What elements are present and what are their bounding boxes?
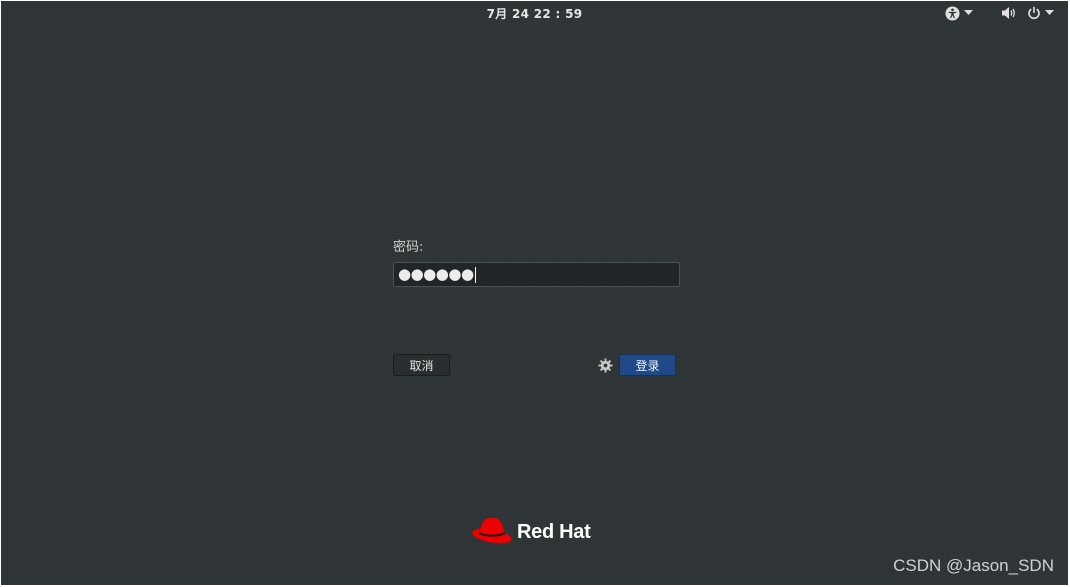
password-input[interactable]: ●●●●●● bbox=[393, 262, 680, 287]
login-screen: 7月 24 22 : 59 密码: ●●●●●● 取消 登录 Red Hat C… bbox=[1, 1, 1068, 585]
accessibility-icon bbox=[945, 5, 960, 21]
text-cursor bbox=[474, 266, 476, 283]
password-label: 密码: bbox=[393, 240, 424, 255]
power-icon bbox=[1027, 6, 1041, 20]
redhat-fedora-icon bbox=[471, 514, 513, 550]
password-masked-value: ●●●●●● bbox=[398, 265, 474, 283]
system-menu[interactable] bbox=[1001, 4, 1054, 22]
accessibility-menu[interactable] bbox=[945, 4, 973, 22]
redhat-logo: Red Hat bbox=[471, 514, 591, 550]
login-button[interactable]: 登录 bbox=[619, 354, 676, 376]
volume-icon bbox=[1001, 6, 1017, 20]
session-settings-gear-icon[interactable] bbox=[598, 358, 613, 373]
login-form: 密码: ●●●●●● bbox=[393, 239, 680, 287]
clock[interactable]: 7月 24 22 : 59 bbox=[1, 5, 1068, 22]
chevron-down-icon bbox=[964, 10, 973, 16]
top-bar: 7月 24 22 : 59 bbox=[1, 1, 1068, 25]
cancel-button[interactable]: 取消 bbox=[393, 354, 450, 376]
redhat-wordmark: Red Hat bbox=[517, 520, 591, 543]
watermark: CSDN @Jason_SDN bbox=[893, 556, 1054, 575]
chevron-down-icon bbox=[1045, 10, 1054, 16]
